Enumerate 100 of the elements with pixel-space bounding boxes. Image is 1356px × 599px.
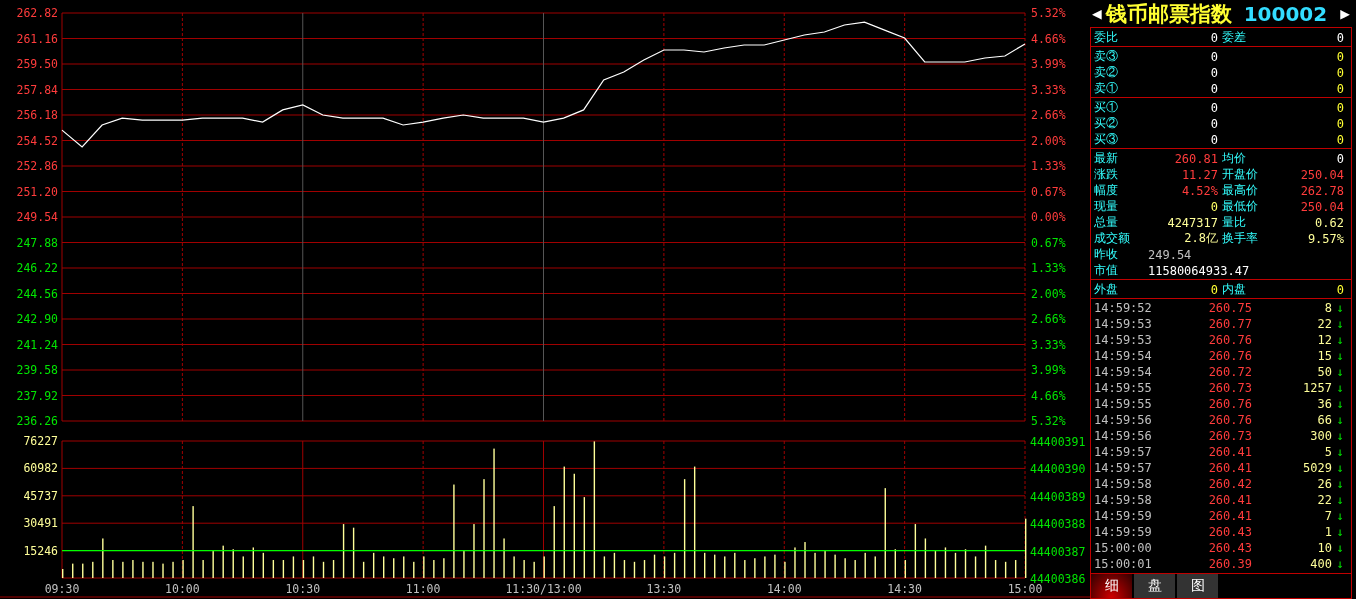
field-value: 0 [1335, 151, 1345, 166]
axis-label: 3.99% [1031, 57, 1066, 71]
field-label: 最低价 [1222, 198, 1259, 215]
trade-price: 260.76 [1207, 333, 1252, 347]
trade-volume: 8 [1323, 301, 1332, 315]
field-label: 市值 [1094, 262, 1119, 279]
next-arrow[interactable]: ▶ [1340, 4, 1350, 23]
axis-label: 2.66% [1031, 108, 1066, 122]
axis-label: 09:30 [44, 582, 80, 596]
trade-time: 14:59:58 [1094, 493, 1153, 507]
field-label: 买② [1094, 115, 1119, 132]
field-value: 0 [1209, 132, 1219, 147]
volume-bar [352, 527, 355, 578]
volume-bar [332, 560, 335, 578]
axis-label: 2.66% [1031, 312, 1066, 326]
trade-price: 260.72 [1207, 365, 1252, 379]
axis-label: 242.90 [16, 312, 58, 326]
down-arrow-icon: ↓ [1332, 509, 1348, 523]
field-value: 4247317 [1166, 215, 1219, 230]
field-label: 换手率 [1222, 230, 1259, 247]
axis-label: 13:30 [646, 582, 682, 596]
trade-time: 15:00:01 [1094, 557, 1153, 571]
axis-label: 1.33% [1031, 159, 1066, 173]
field-value: 0 [1335, 282, 1345, 297]
axis-label: 11:30/13:00 [505, 582, 582, 596]
field-value: 249.54 [1147, 247, 1193, 262]
axis-label: 237.92 [16, 388, 58, 403]
volume-bar [643, 560, 646, 578]
axis-label: 3.99% [1031, 363, 1066, 377]
down-arrow-icon: ↓ [1332, 493, 1348, 507]
trade-time: 14:59:56 [1094, 413, 1153, 427]
axis-label: 249.54 [16, 210, 58, 224]
field-value: 0 [1209, 65, 1219, 80]
panel-tab[interactable]: 图 [1177, 574, 1218, 598]
field-label: 总量 [1094, 214, 1119, 231]
field-value: 0 [1335, 132, 1345, 147]
axis-label: 2.00% [1031, 286, 1066, 301]
trade-volume: 22 [1316, 493, 1332, 507]
trade-time: 14:59:53 [1094, 317, 1153, 331]
field-label: 量比 [1222, 214, 1247, 231]
trade-time: 14:59:56 [1094, 429, 1153, 443]
axis-label: 241.24 [16, 337, 58, 352]
axis-label: 44400388 [1030, 517, 1086, 532]
axis-label: 2.00% [1031, 133, 1066, 148]
volume-bar [342, 524, 345, 578]
axis-label: 1.33% [1031, 261, 1066, 275]
field-label: 卖③ [1094, 48, 1119, 65]
trade-price: 260.41 [1207, 493, 1252, 507]
field-label: 涨跌 [1094, 166, 1119, 183]
down-arrow-icon: ↓ [1332, 317, 1348, 331]
field-value: 0 [1335, 116, 1345, 131]
axis-label: 44400391 [1030, 435, 1086, 449]
field-label: 委比 [1094, 29, 1119, 46]
trade-time: 14:59:57 [1094, 461, 1153, 475]
field-value: 9.57% [1306, 231, 1345, 246]
trade-time: 14:59:58 [1094, 477, 1153, 491]
field-value: 11580064933.47 [1147, 263, 1251, 278]
axis-label: 3.33% [1031, 82, 1066, 97]
axis-label: 262.82 [16, 6, 58, 20]
volume-bar [653, 554, 656, 578]
down-arrow-icon: ↓ [1332, 301, 1348, 315]
field-value: 0 [1209, 49, 1219, 64]
axis-label: 0.00% [1031, 210, 1066, 224]
axis-label: 14:30 [887, 582, 922, 596]
axis-label: 10:30 [285, 582, 321, 596]
volume-bar [673, 552, 676, 578]
axis-label: 60982 [23, 461, 58, 476]
field-label: 卖① [1094, 80, 1119, 97]
trade-volume: 12 [1316, 333, 1332, 347]
trade-time: 14:59:54 [1094, 365, 1153, 379]
field-label: 买① [1094, 99, 1119, 116]
volume-bar [663, 556, 666, 578]
field-label: 外盘 [1094, 281, 1119, 298]
trade-price: 260.73 [1207, 381, 1252, 395]
axis-label: 44400387 [1030, 544, 1086, 559]
volume-bar [984, 545, 987, 578]
down-arrow-icon: ↓ [1332, 413, 1348, 427]
down-arrow-icon: ↓ [1332, 525, 1348, 539]
trade-time: 14:59:57 [1094, 445, 1153, 459]
axis-label: 44400390 [1030, 462, 1086, 477]
trade-price: 260.42 [1207, 477, 1252, 491]
axis-label: 45737 [23, 488, 58, 503]
index-code: 100002 [1243, 1, 1329, 26]
axis-label: 0.67% [1031, 235, 1066, 250]
trade-volume: 5 [1323, 445, 1332, 459]
panel-tab[interactable]: 盘 [1134, 574, 1175, 598]
field-value: 262.78 [1299, 183, 1345, 198]
trade-price: 260.41 [1207, 461, 1252, 475]
trade-volume: 66 [1316, 413, 1332, 427]
field-value: 0 [1335, 49, 1345, 64]
axis-label: 252.86 [16, 159, 58, 173]
previous-arrow[interactable]: ◀ [1092, 4, 1102, 23]
panel-tab[interactable]: 细 [1091, 574, 1132, 598]
axis-label: 244.56 [16, 286, 58, 301]
field-value: 0 [1209, 282, 1219, 297]
volume-bar [633, 561, 636, 578]
down-arrow-icon: ↓ [1332, 381, 1348, 395]
volume-bar [944, 547, 947, 578]
field-value: 250.04 [1299, 167, 1345, 182]
axis-label: 236.26 [16, 414, 58, 428]
